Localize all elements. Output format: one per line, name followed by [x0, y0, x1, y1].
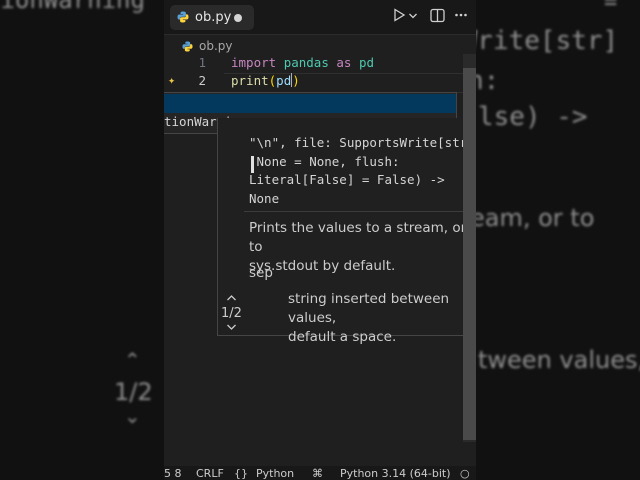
- signature-help-widget: "\n", file: SupportsWrite[str] None = No…: [217, 118, 476, 345]
- run-dropdown-chevron-icon[interactable]: [408, 9, 418, 25]
- breadcrumb-filename: ob.py: [199, 39, 233, 53]
- overload-counter: 1/2: [221, 306, 242, 321]
- python-file-icon: [177, 8, 189, 27]
- line-source: import pandas as pd: [231, 55, 374, 70]
- bg-chevron-down-icon: ⌄: [124, 404, 141, 428]
- chevron-up-icon[interactable]: [226, 292, 237, 305]
- status-language[interactable]: Python: [256, 467, 294, 480]
- tab-ob-py[interactable]: ob.py: [170, 5, 254, 30]
- bg-chevron-up-icon: ⌃: [124, 348, 141, 372]
- bg-text-lse: lse) ->: [478, 102, 588, 132]
- python-file-icon: [182, 37, 193, 56]
- editor-panel: ob.py ob.py 1 import pandas as pd ✦ 2 pr…: [164, 0, 476, 480]
- line-number: 2: [198, 73, 206, 88]
- doc-line: sys.stdout by default.: [249, 258, 396, 274]
- bg-text-counter: 1/2: [114, 378, 153, 406]
- divider: [244, 211, 476, 212]
- code-line-active: ✦ 2 print(pd): [164, 73, 476, 91]
- scrollbar-thumb[interactable]: [463, 68, 476, 440]
- signature-doc: Prints the values to a stream, or to sys…: [249, 219, 476, 276]
- status-line-col[interactable]: 5 8: [164, 467, 182, 480]
- line-number: 1: [198, 55, 206, 70]
- close-paren: ): [292, 73, 300, 88]
- param-desc-line: default a space.: [288, 329, 397, 345]
- bell-icon[interactable]: ○: [460, 467, 470, 480]
- bg-text-stream: eam, or to: [470, 204, 595, 232]
- line-source: print(pd): [231, 73, 300, 88]
- parameter-description: string inserted between values, default …: [288, 290, 476, 347]
- parameter-name: sep: [249, 265, 273, 281]
- keyword: import: [231, 55, 277, 70]
- bg-text-between: tween values,: [478, 346, 640, 374]
- doc-line: Prints the values to a stream, or to: [249, 220, 467, 255]
- module-alias: pd: [358, 55, 375, 70]
- mouse-text-cursor: [251, 156, 254, 173]
- bg-text-equals: =: [604, 0, 618, 15]
- keyword: as: [336, 55, 352, 70]
- status-eol[interactable]: CRLF: [196, 467, 224, 480]
- chevron-down-icon[interactable]: [226, 321, 237, 334]
- split-editor-icon[interactable]: [430, 8, 445, 27]
- tab-label: ob.py: [195, 10, 232, 25]
- param-desc-line: string inserted between values,: [288, 291, 450, 326]
- status-interpreter[interactable]: Python 3.14 (64-bit): [340, 467, 451, 480]
- copilot-icon[interactable]: ⌘: [312, 467, 323, 480]
- function-name: print: [231, 73, 269, 88]
- tab-bar: ob.py: [164, 0, 476, 35]
- suggest-item-selected[interactable]: [164, 94, 456, 113]
- more-actions-icon[interactable]: [454, 8, 468, 26]
- sparkle-icon[interactable]: ✦: [168, 73, 175, 87]
- status-bar: 5 8 CRLF {} Python ⌘ Python 3.14 (64-bit…: [164, 466, 476, 480]
- vertical-scrollbar[interactable]: [463, 54, 476, 442]
- run-icon[interactable]: [392, 8, 406, 26]
- bg-text-warning: tionWarning: [0, 0, 145, 14]
- unsaved-dot-icon[interactable]: [234, 14, 242, 22]
- code-line: 1 import pandas as pd: [164, 55, 476, 73]
- braces-icon: {}: [234, 467, 248, 480]
- module-name: pandas: [283, 55, 329, 70]
- signature-text: "\n", file: SupportsWrite[str] None = No…: [249, 135, 475, 207]
- argument: pd: [276, 73, 292, 88]
- breadcrumb[interactable]: ob.py: [182, 37, 233, 55]
